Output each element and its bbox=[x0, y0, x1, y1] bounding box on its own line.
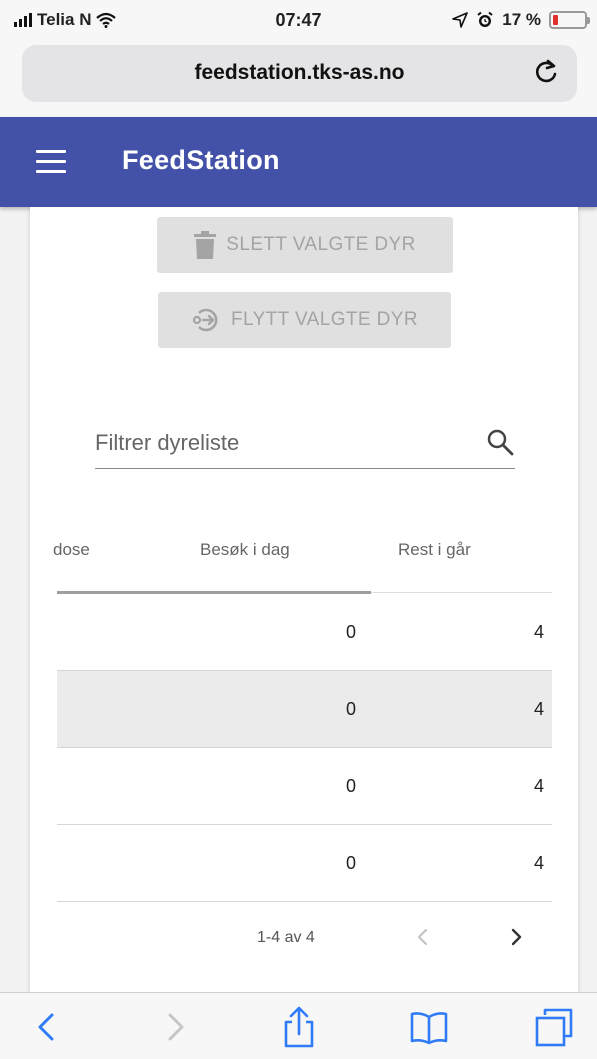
column-header-rest-yesterday[interactable]: Rest i går bbox=[398, 540, 471, 560]
cell-visits-today: 0 bbox=[345, 776, 356, 796]
battery-percent: 17 % bbox=[502, 10, 541, 29]
table-row[interactable]: 0 4 bbox=[57, 825, 552, 902]
browser-bar: feedstation.tks-as.no bbox=[0, 40, 597, 117]
app-bar: FeedStation bbox=[0, 117, 597, 207]
page-range-label: 1-4 av 4 bbox=[257, 929, 315, 946]
cell-rest-yesterday: 4 bbox=[533, 776, 544, 796]
table-body: 0 4 0 4 0 4 0 4 bbox=[57, 594, 552, 902]
cell-visits-today: 0 bbox=[345, 853, 356, 873]
forward-icon[interactable] bbox=[152, 1005, 196, 1049]
hamburger-menu-icon[interactable] bbox=[36, 150, 66, 174]
column-header-dose[interactable]: dose bbox=[53, 540, 90, 560]
table-row[interactable]: 0 4 bbox=[57, 748, 552, 825]
status-bar: Telia N 07:47 17 % bbox=[0, 0, 597, 40]
table-row[interactable]: 0 4 bbox=[57, 671, 552, 748]
search-icon[interactable] bbox=[485, 427, 515, 457]
alarm-icon bbox=[477, 11, 493, 27]
cell-rest-yesterday: 4 bbox=[533, 699, 544, 719]
paginator: 1-4 av 4 bbox=[57, 907, 552, 967]
column-header-visits-today[interactable]: Besøk i dag bbox=[200, 540, 290, 560]
trash-icon bbox=[194, 231, 217, 259]
chevron-right-icon[interactable] bbox=[502, 923, 530, 951]
cell-rest-yesterday: 4 bbox=[533, 853, 544, 873]
move-selected-animals-button[interactable]: FLYTT VALGTE DYR bbox=[158, 292, 451, 348]
app-title: FeedStation bbox=[122, 145, 280, 175]
content-card: SLETT VALGTE DYR FLYTT VALGTE DYR dose B… bbox=[30, 207, 578, 992]
battery-level bbox=[553, 15, 559, 25]
delete-selected-animals-button[interactable]: SLETT VALGTE DYR bbox=[157, 217, 453, 273]
filter-input[interactable] bbox=[95, 427, 465, 459]
chevron-left-icon[interactable] bbox=[409, 923, 437, 951]
browser-toolbar bbox=[0, 992, 597, 1059]
table-row[interactable]: 0 4 bbox=[57, 594, 552, 671]
cell-visits-today: 0 bbox=[345, 622, 356, 642]
move-arrow-icon bbox=[192, 308, 218, 332]
filter-field bbox=[95, 417, 515, 469]
move-button-label: FLYTT VALGTE DYR bbox=[231, 309, 418, 330]
address-bar[interactable]: feedstation.tks-as.no bbox=[22, 45, 577, 102]
cell-rest-yesterday: 4 bbox=[533, 622, 544, 642]
back-icon[interactable] bbox=[26, 1005, 70, 1049]
cell-visits-today: 0 bbox=[345, 699, 356, 719]
bookmarks-icon[interactable] bbox=[407, 1005, 451, 1049]
tabs-icon[interactable] bbox=[532, 1005, 576, 1049]
battery-icon bbox=[549, 11, 590, 29]
url-text[interactable]: feedstation.tks-as.no bbox=[22, 61, 577, 85]
delete-button-label: SLETT VALGTE DYR bbox=[226, 234, 416, 255]
reload-icon[interactable] bbox=[531, 57, 561, 87]
location-icon bbox=[452, 12, 469, 28]
status-right: 17 % bbox=[452, 10, 590, 30]
share-icon[interactable] bbox=[277, 1005, 321, 1049]
